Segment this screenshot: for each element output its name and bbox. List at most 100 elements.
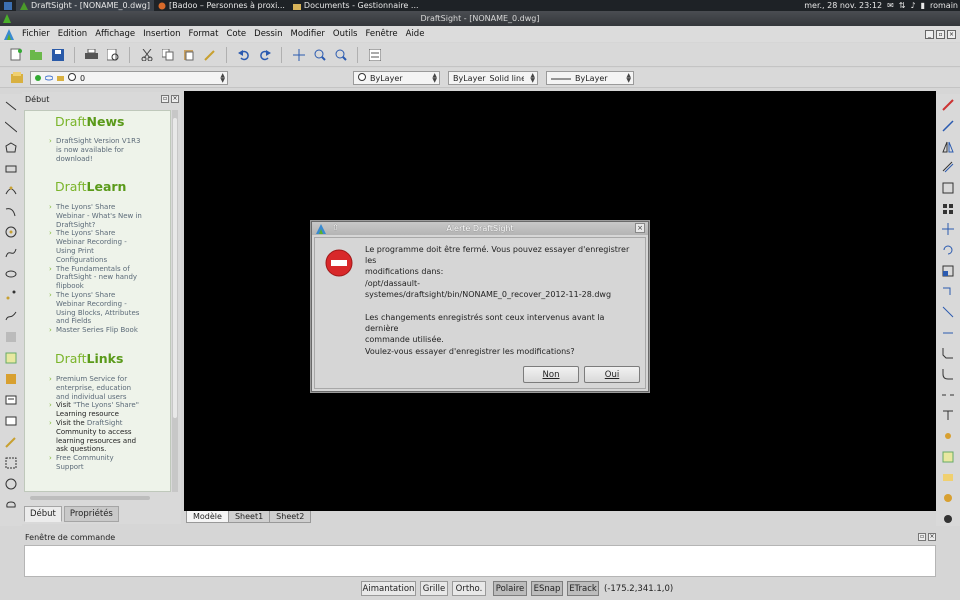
rotate-tool-icon[interactable] xyxy=(941,243,955,258)
learn-link[interactable]: The Lyons' Share Webinar Recording - Usi… xyxy=(49,291,143,326)
print-button[interactable] xyxy=(84,47,99,62)
links-item[interactable]: Free Community Support xyxy=(49,454,143,472)
stretch-tool-icon[interactable] xyxy=(941,284,955,299)
menu-edition[interactable]: Edition xyxy=(54,29,91,39)
start-panel-hscrollbar[interactable] xyxy=(30,496,150,500)
taskbar-task-draftsight[interactable]: DraftSight - [NONAME_0.dwg] xyxy=(16,0,154,11)
esnap-toggle[interactable]: ESnap xyxy=(531,581,563,596)
tab-proprietes[interactable]: Propriétés xyxy=(63,506,119,522)
snap-toggle[interactable]: Aimantation xyxy=(361,581,416,596)
ellipse-arc-tool-icon[interactable] xyxy=(4,266,18,281)
menu-affichage[interactable]: Affichage xyxy=(91,29,139,39)
zoom-window-button[interactable] xyxy=(312,47,327,62)
settings-tool-icon[interactable] xyxy=(941,491,955,506)
menu-fichier[interactable]: Fichier xyxy=(18,29,54,39)
edit-tool-icon[interactable] xyxy=(4,434,18,449)
break-tool-icon[interactable] xyxy=(941,387,955,402)
polygon-tool-icon[interactable] xyxy=(4,140,18,155)
spline-tool-icon[interactable] xyxy=(4,245,18,260)
rectangle-tool-icon[interactable] xyxy=(4,161,18,176)
explode-tool-icon[interactable] xyxy=(941,429,955,444)
region-tool-icon[interactable] xyxy=(4,455,18,470)
mirror-tool-icon[interactable] xyxy=(941,139,955,154)
learn-link[interactable]: The Lyons' Share Webinar Recording - Usi… xyxy=(49,229,143,264)
battery-icon[interactable]: ▮ xyxy=(921,1,925,10)
scale-tool-icon[interactable] xyxy=(941,263,955,278)
note-tool-icon[interactable] xyxy=(4,392,18,407)
menu-cote[interactable]: Cote xyxy=(222,29,250,39)
taskbar-task-filemanager[interactable]: Documents - Gestionnaire ... xyxy=(289,0,423,11)
line-tool-icon[interactable] xyxy=(4,98,18,113)
point-tool-icon[interactable] xyxy=(4,287,18,302)
layer-manager-button[interactable] xyxy=(10,70,25,85)
pin-icon[interactable]: ⇧ xyxy=(332,223,342,233)
trim-tool-icon[interactable] xyxy=(941,305,955,320)
doc-close-button[interactable]: × xyxy=(947,29,956,39)
command-float-button[interactable]: ▫ xyxy=(918,533,926,541)
color-select[interactable]: ByLayer ▲ ▼ xyxy=(353,71,440,85)
news-link[interactable]: DraftSight Version V1R3 is now available… xyxy=(49,137,143,163)
pattern-tool-icon[interactable] xyxy=(941,181,955,196)
tab-debut[interactable]: Début xyxy=(24,506,62,522)
doc-minimize-button[interactable]: _ xyxy=(925,29,934,39)
arc-tool-icon[interactable] xyxy=(4,182,18,197)
no-button[interactable]: Non xyxy=(523,366,579,383)
redo-button[interactable] xyxy=(257,47,272,62)
chamfer-tool-icon[interactable] xyxy=(941,346,955,361)
save-button[interactable] xyxy=(50,47,65,62)
block-tool-icon[interactable] xyxy=(4,350,18,365)
command-input[interactable] xyxy=(24,545,936,577)
tab-modele[interactable]: Modèle xyxy=(186,511,229,523)
taskbar-menu-button[interactable] xyxy=(0,0,16,11)
learn-link[interactable]: The Fundamentals of DraftSight - new han… xyxy=(49,265,143,291)
open-file-button[interactable] xyxy=(29,47,44,62)
linetype-select[interactable]: ByLayer Solid line ▲ ▼ xyxy=(448,71,538,85)
menu-outils[interactable]: Outils xyxy=(329,29,362,39)
links-item[interactable]: Premium Service for enterprise, educatio… xyxy=(49,375,143,401)
extend-tool-icon[interactable] xyxy=(941,325,955,340)
hatch-tool-icon[interactable] xyxy=(4,329,18,344)
links-item[interactable]: Visit "The Lyons' Share" Learning resour… xyxy=(49,401,143,419)
doc-restore-button[interactable]: ▫ xyxy=(936,29,945,39)
start-panel-vscrollbar[interactable] xyxy=(172,110,178,492)
panel-close-button[interactable]: × xyxy=(171,95,179,103)
properties-button[interactable] xyxy=(367,47,382,62)
new-file-button[interactable] xyxy=(8,47,23,62)
cut-button[interactable] xyxy=(139,47,154,62)
simple-note-tool-icon[interactable] xyxy=(4,413,18,428)
menu-fenetre[interactable]: Fenêtre xyxy=(361,29,401,39)
match-properties-button[interactable] xyxy=(202,47,217,62)
scrollbar-thumb[interactable] xyxy=(173,118,177,418)
panel-float-button[interactable]: ▫ xyxy=(161,95,169,103)
menu-format[interactable]: Format xyxy=(184,29,222,39)
tab-sheet2[interactable]: Sheet2 xyxy=(269,511,312,523)
print-preview-button[interactable] xyxy=(105,47,120,62)
insert-block-tool-icon[interactable] xyxy=(4,371,18,386)
arc-3point-tool-icon[interactable] xyxy=(4,203,18,218)
edit-block-tool-icon[interactable] xyxy=(941,449,955,464)
menu-aide[interactable]: Aide xyxy=(402,29,429,39)
volume-icon[interactable]: ♪ xyxy=(910,1,915,10)
lineweight-select[interactable]: ByLayer ▲ ▼ xyxy=(546,71,634,85)
render-tool-icon[interactable] xyxy=(941,511,955,526)
dimension-tool-icon[interactable] xyxy=(941,408,955,423)
clock[interactable]: mer., 28 nov. 23:12 xyxy=(804,1,882,10)
array-tool-icon[interactable] xyxy=(941,201,955,216)
menu-insertion[interactable]: Insertion xyxy=(139,29,184,39)
taskbar-task-browser[interactable]: [Badoo – Personnes à proxi... xyxy=(154,0,289,11)
user-name[interactable]: romain xyxy=(930,1,958,10)
circle-tool-icon[interactable] xyxy=(4,224,18,239)
mail-icon[interactable]: ✉ xyxy=(887,1,894,10)
grid-toggle[interactable]: Grille xyxy=(420,581,448,596)
polar-toggle[interactable]: Polaire xyxy=(493,581,527,596)
donut-tool-icon[interactable] xyxy=(4,476,18,491)
menu-dessin[interactable]: Dessin xyxy=(250,29,286,39)
ortho-toggle[interactable]: Ortho. xyxy=(452,581,486,596)
learn-link[interactable]: The Lyons' Share Webinar - What's New in… xyxy=(49,203,143,229)
copy-tool-icon[interactable] xyxy=(941,119,955,134)
learn-link[interactable]: Master Series Flip Book xyxy=(49,326,143,335)
copy-button[interactable] xyxy=(160,47,175,62)
paste-button[interactable] xyxy=(181,47,196,62)
command-close-button[interactable]: × xyxy=(928,533,936,541)
yes-button[interactable]: Oui xyxy=(584,366,640,383)
